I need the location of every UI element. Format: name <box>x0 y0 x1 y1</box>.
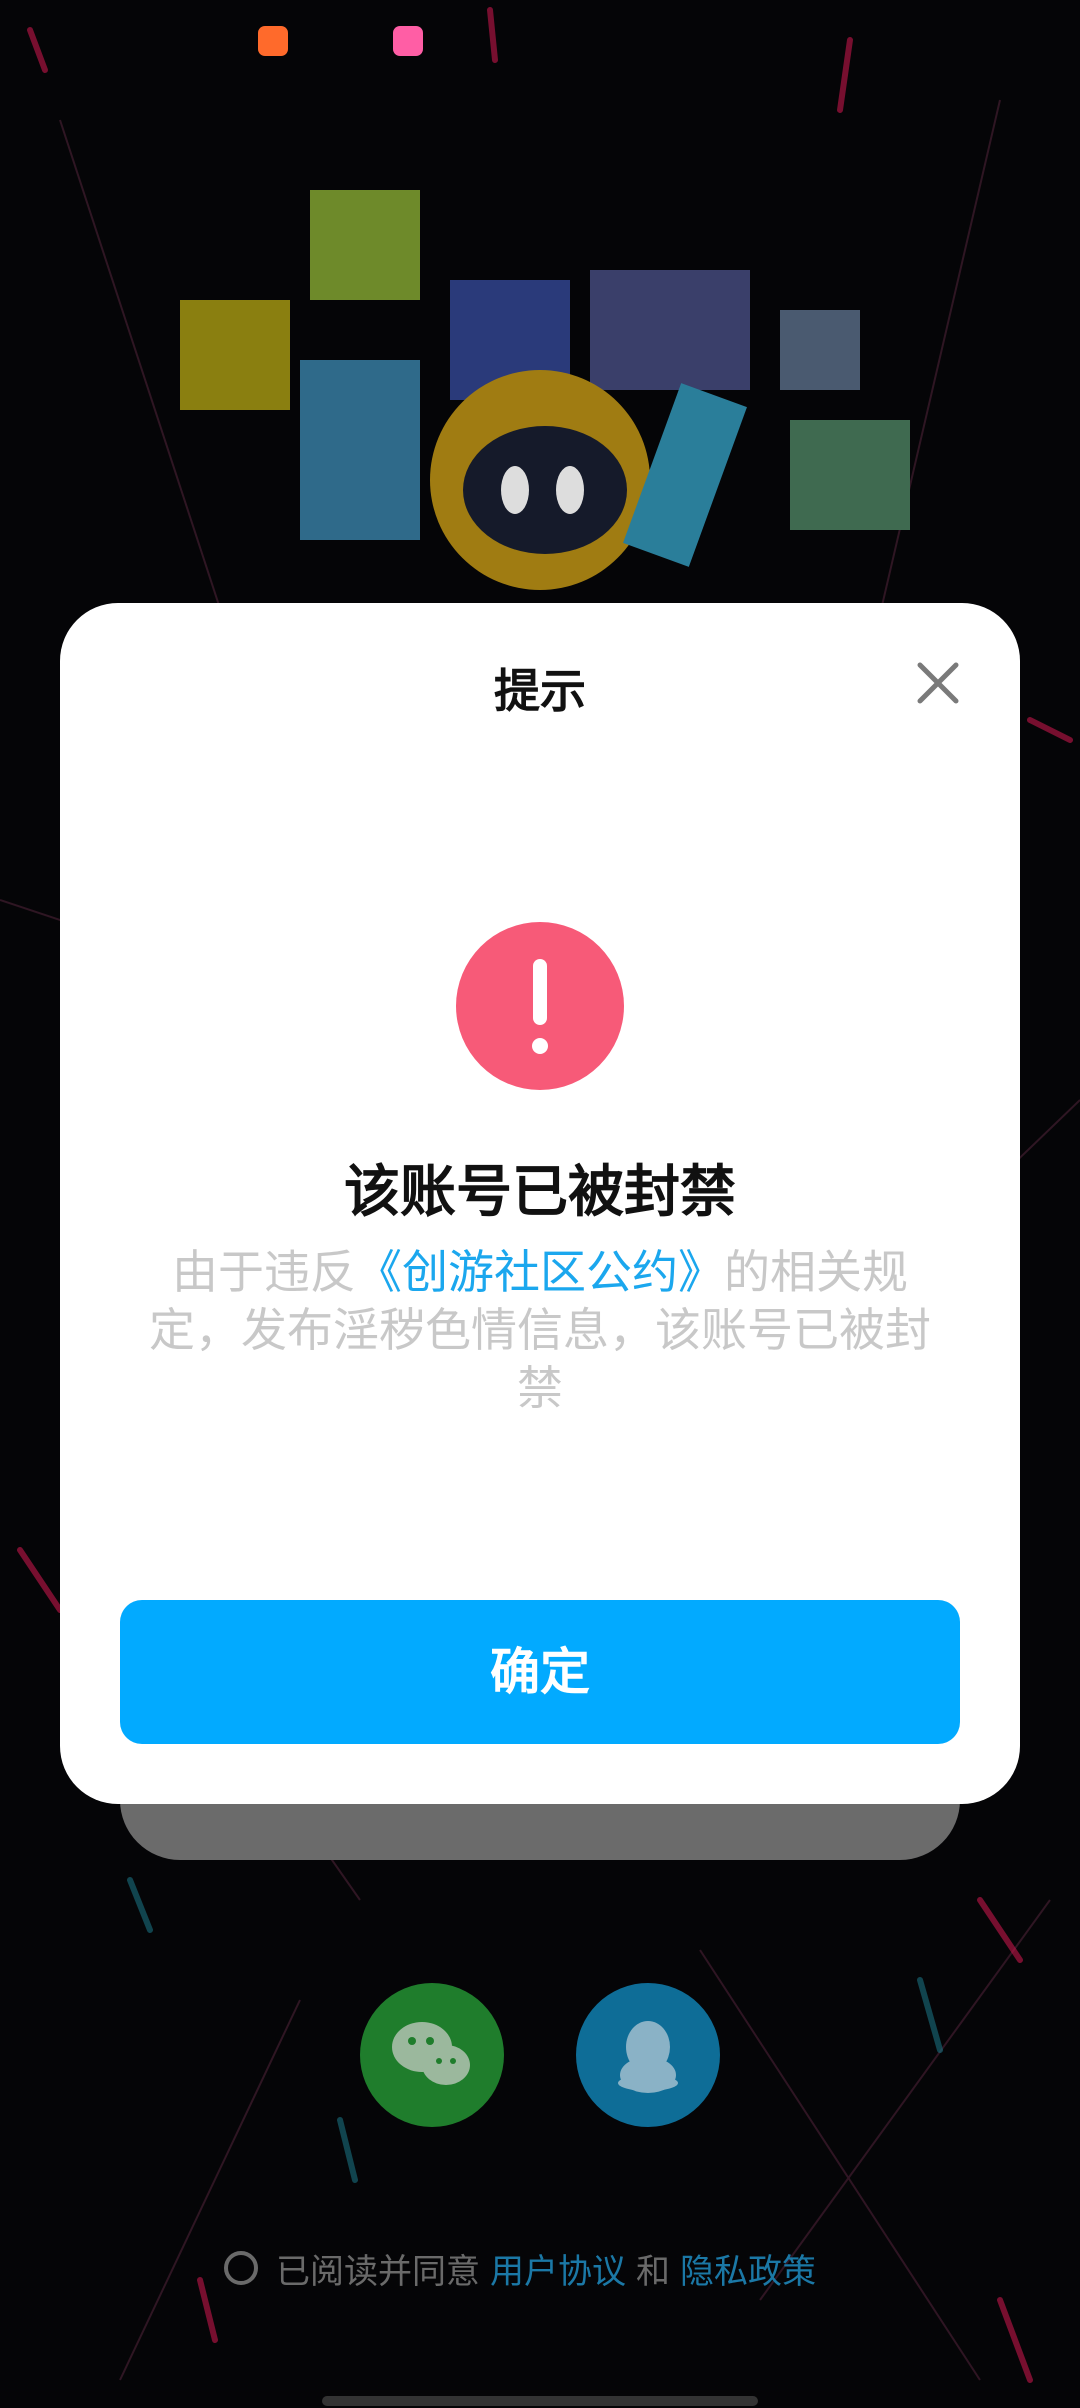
agree-checkbox[interactable] <box>224 2251 258 2285</box>
ban-heading: 该账号已被封禁 <box>344 1160 736 1225</box>
confirm-button[interactable]: 确定 <box>120 1600 960 1744</box>
login-screen: 已阅读并同意 用户协议 和 隐私政策 提示 该账号已被封禁 由于违反《创游社区公… <box>0 0 1080 2408</box>
close-icon[interactable] <box>908 653 968 713</box>
user-agreement-link[interactable]: 用户协议 <box>490 2244 626 2293</box>
agreement-and: 和 <box>636 2251 670 2292</box>
ban-notice-dialog: 提示 该账号已被封禁 由于违反《创游社区公约》的相关规定，发布淫秽色情信息，该账… <box>60 603 1020 1804</box>
wechat-icon <box>392 2022 470 2085</box>
dialog-title: 提示 <box>494 664 586 718</box>
wechat-login-button[interactable] <box>360 1983 504 2127</box>
privacy-policy-link[interactable]: 隐私政策 <box>680 2244 816 2293</box>
home-indicator[interactable] <box>322 2396 758 2406</box>
qq-login-button[interactable] <box>576 1983 720 2127</box>
qq-icon <box>618 2021 678 2093</box>
exclamation-icon <box>456 922 624 1090</box>
agreement-prefix: 已阅读并同意 <box>276 2251 480 2292</box>
game-world-illustration <box>180 190 910 590</box>
app-notification-icon <box>258 26 288 56</box>
app-notification-icon <box>393 26 423 56</box>
agreement-row: 已阅读并同意 用户协议 和 隐私政策 <box>224 2244 826 2292</box>
message-prefix: 由于违反 <box>172 1245 356 1299</box>
ban-message: 由于违反《创游社区公约》的相关规定，发布淫秽色情信息，该账号已被封禁 <box>130 1243 950 1417</box>
community-policy-link[interactable]: 《创游社区公约》 <box>356 1245 724 1299</box>
